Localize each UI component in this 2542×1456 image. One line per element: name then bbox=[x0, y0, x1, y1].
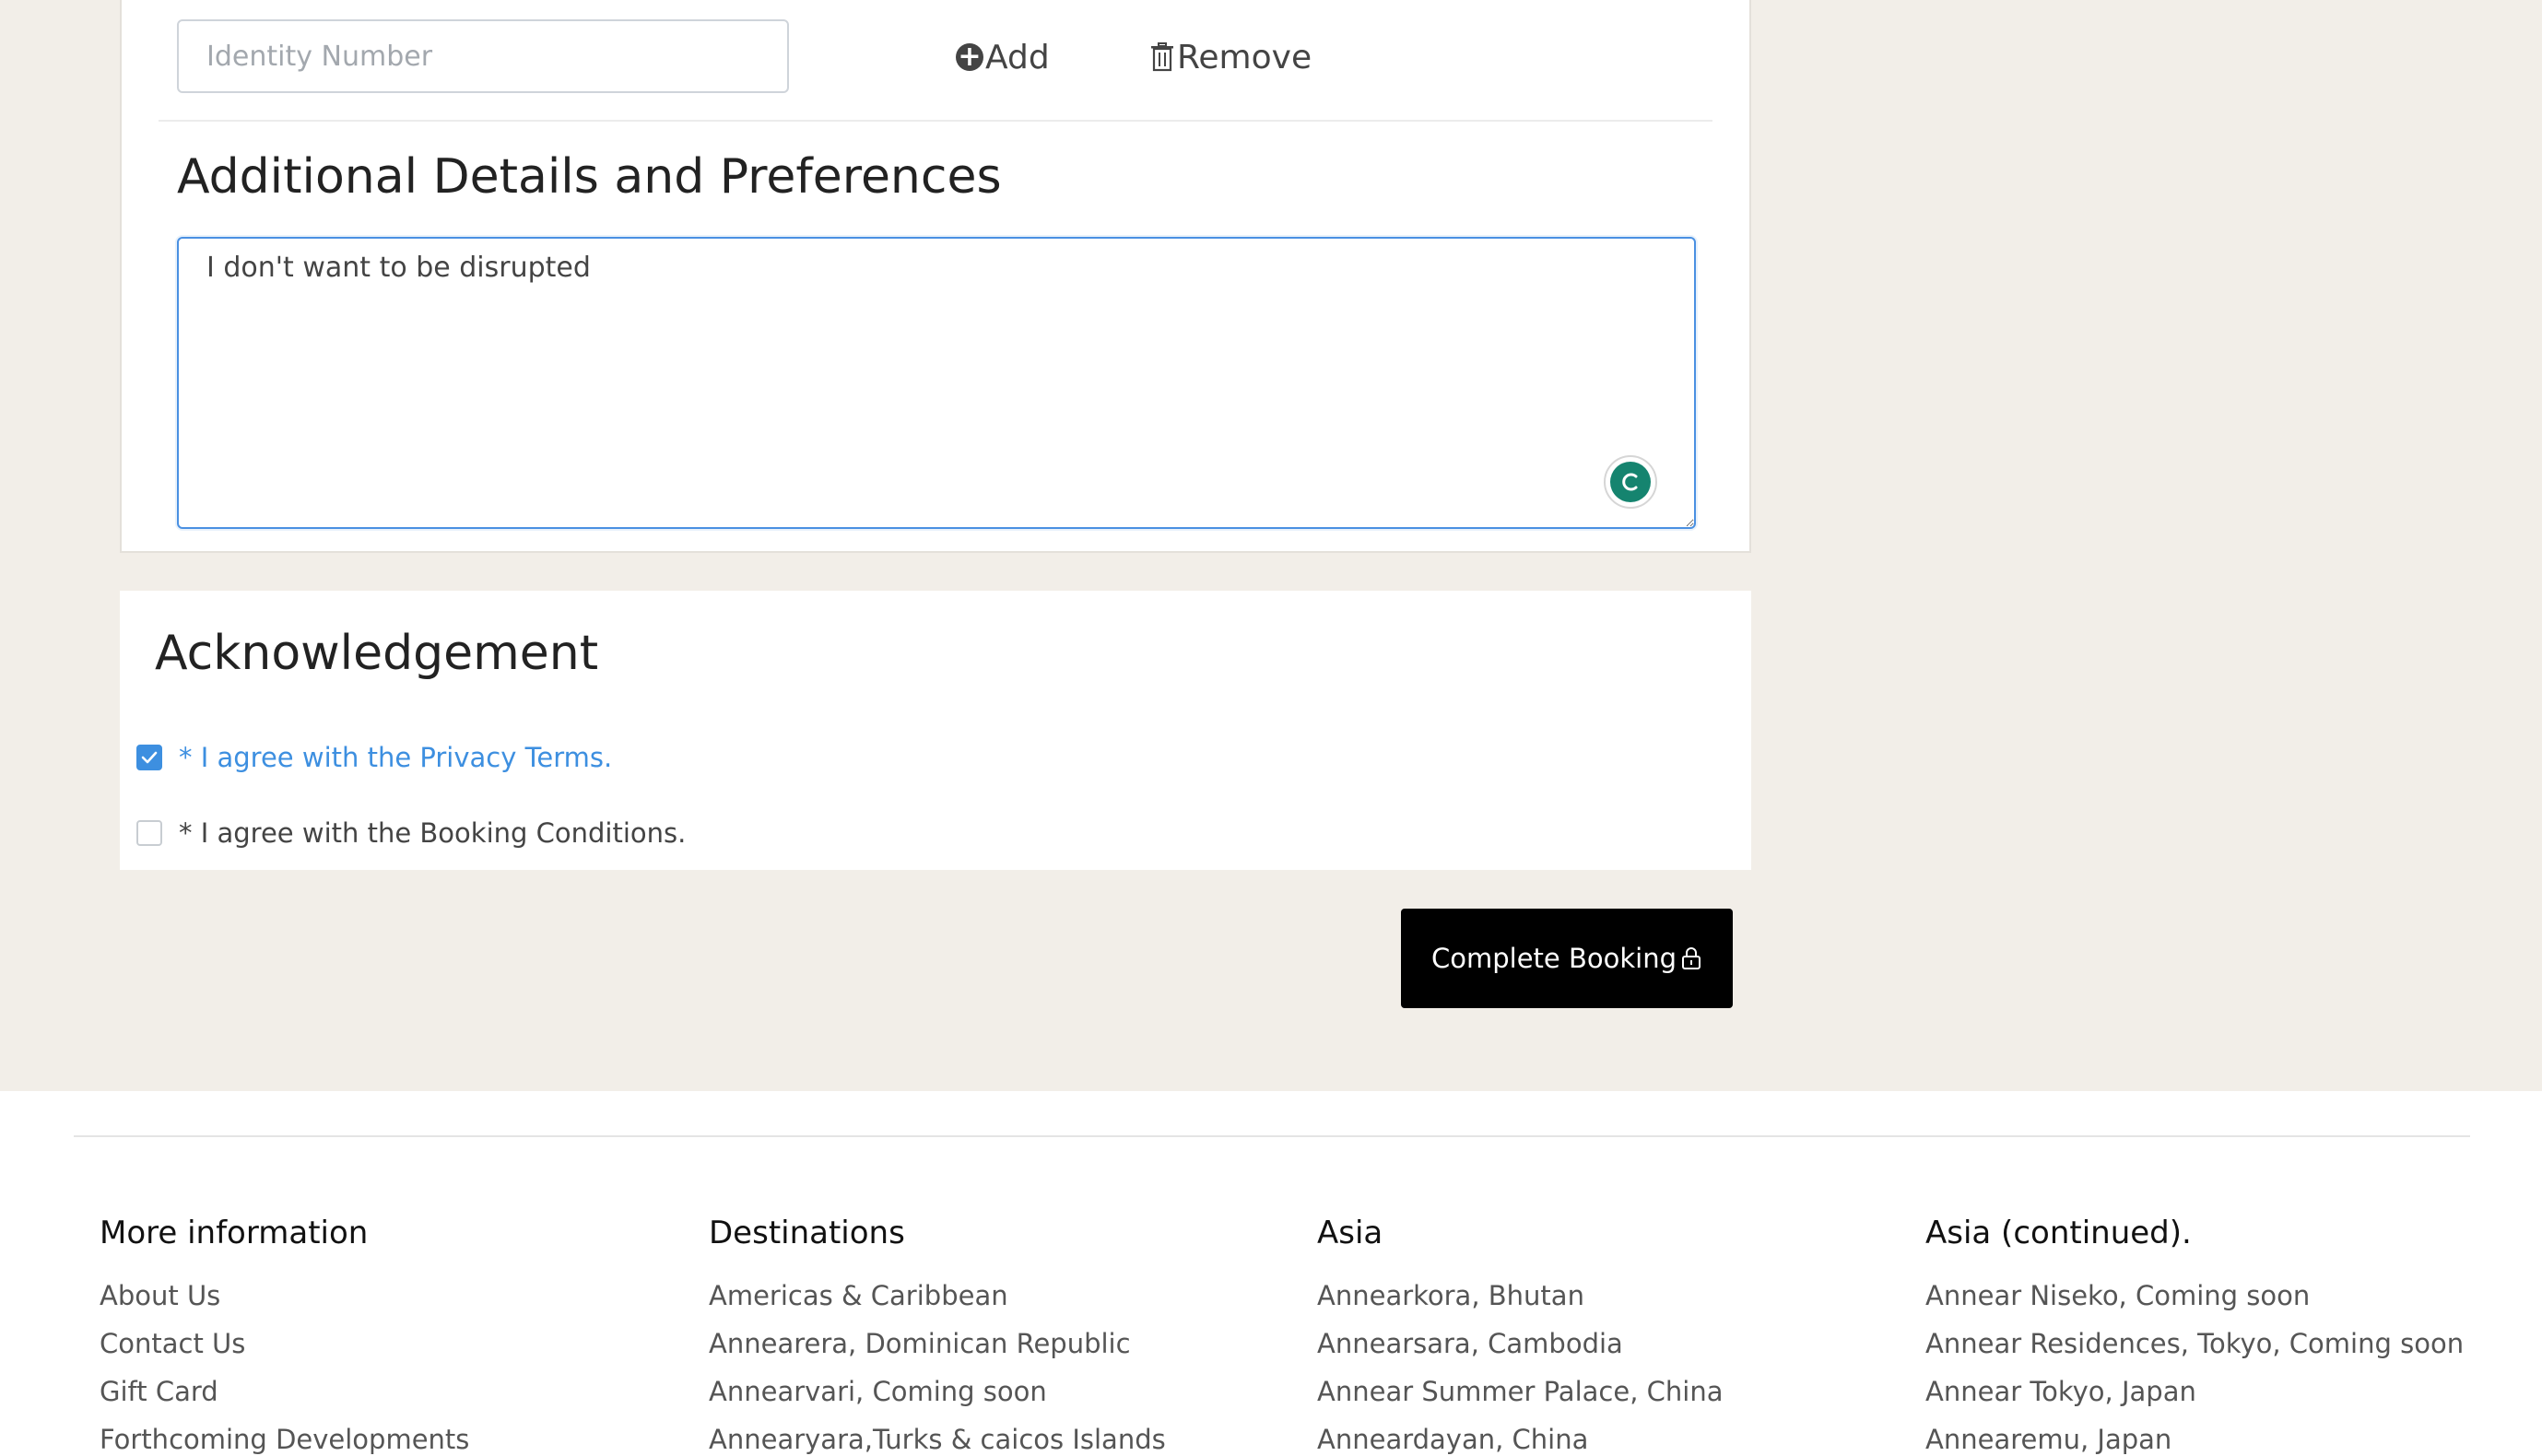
section-divider bbox=[159, 120, 1712, 122]
privacy-terms-label[interactable]: * I agree with the Privacy Terms. bbox=[179, 742, 612, 773]
footer-link-contact-us[interactable]: Contact Us bbox=[100, 1320, 469, 1368]
footer-link-annearsara[interactable]: Annearsara, Cambodia bbox=[1317, 1320, 1723, 1368]
booking-conditions-label: * I agree with the Booking Conditions. bbox=[179, 817, 687, 849]
additional-details-textarea[interactable]: I don't want to be disrupted bbox=[177, 237, 1696, 529]
booking-conditions-option[interactable]: * I agree with the Booking Conditions. bbox=[136, 817, 686, 849]
booking-details-card: + Add Remove Additional Details and Pref… bbox=[120, 0, 1751, 553]
footer-column-title: Destinations bbox=[709, 1215, 905, 1251]
grammar-assistant-badge[interactable] bbox=[1604, 455, 1657, 509]
privacy-terms-option[interactable]: * I agree with the Privacy Terms. bbox=[136, 742, 612, 773]
footer-column-title: More information bbox=[100, 1215, 369, 1251]
footer-divider bbox=[74, 1135, 2470, 1137]
identity-number-input[interactable] bbox=[177, 19, 789, 93]
footer-link-annear-summer-palace[interactable]: Annear Summer Palace, China bbox=[1317, 1368, 1723, 1415]
remove-label: Remove bbox=[1177, 38, 1312, 76]
footer-column-destinations: Destinations Americas & Caribbean Annear… bbox=[709, 1215, 1166, 1456]
acknowledgement-card: Acknowledgement * I agree with the Priva… bbox=[120, 591, 1751, 870]
footer-link-annearemu[interactable]: Annearemu, Japan bbox=[1925, 1415, 2464, 1456]
footer-link-annear-niseko[interactable]: Annear Niseko, Coming soon bbox=[1925, 1272, 2464, 1320]
footer-link-annear-tokyo[interactable]: Annear Tokyo, Japan bbox=[1925, 1368, 2464, 1415]
footer-column-more-information: More information About Us Contact Us Gif… bbox=[100, 1215, 469, 1456]
add-traveller-button[interactable]: + Add bbox=[956, 28, 1050, 87]
footer-link-annearvari[interactable]: Annearvari, Coming soon bbox=[709, 1368, 1166, 1415]
remove-traveller-button[interactable]: Remove bbox=[1149, 28, 1312, 87]
footer-link-gift-card[interactable]: Gift Card bbox=[100, 1368, 469, 1415]
acknowledgement-title: Acknowledgement bbox=[155, 626, 599, 681]
footer-link-americas-caribbean[interactable]: Americas & Caribbean bbox=[709, 1272, 1166, 1320]
footer-column-title: Asia bbox=[1317, 1215, 1383, 1251]
footer-link-annearera[interactable]: Annearera, Dominican Republic bbox=[709, 1320, 1166, 1368]
footer-column-asia-continued: Asia (continued). Annear Niseko, Coming … bbox=[1925, 1215, 2464, 1456]
footer-link-annearkora[interactable]: Annearkora, Bhutan bbox=[1317, 1272, 1723, 1320]
checkmark-icon bbox=[141, 751, 158, 764]
privacy-terms-checkbox[interactable] bbox=[136, 745, 162, 770]
trash-icon bbox=[1151, 42, 1173, 72]
site-footer: More information About Us Contact Us Gif… bbox=[0, 1091, 2542, 1456]
plus-circle-icon: + bbox=[956, 43, 983, 71]
add-label: Add bbox=[985, 38, 1050, 76]
footer-column-title: Asia (continued). bbox=[1925, 1215, 2192, 1251]
footer-column-asia: Asia Annearkora, Bhutan Annearsara, Camb… bbox=[1317, 1215, 1723, 1456]
complete-booking-button[interactable]: Complete Booking bbox=[1401, 909, 1733, 1008]
grammar-assistant-icon bbox=[1622, 473, 1638, 491]
booking-conditions-checkbox[interactable] bbox=[136, 820, 162, 846]
footer-link-annear-residences-tokyo[interactable]: Annear Residences, Tokyo, Coming soon bbox=[1925, 1320, 2464, 1368]
footer-link-about-us[interactable]: About Us bbox=[100, 1272, 469, 1320]
complete-booking-label: Complete Booking bbox=[1431, 943, 1677, 974]
additional-details-title: Additional Details and Preferences bbox=[177, 149, 1002, 205]
footer-link-annearyara[interactable]: Annearyara,Turks & caicos Islands bbox=[709, 1415, 1166, 1456]
lock-icon bbox=[1682, 947, 1701, 969]
footer-link-anneardayan[interactable]: Anneardayan, China bbox=[1317, 1415, 1723, 1456]
footer-link-forthcoming-developments[interactable]: Forthcoming Developments bbox=[100, 1415, 469, 1456]
